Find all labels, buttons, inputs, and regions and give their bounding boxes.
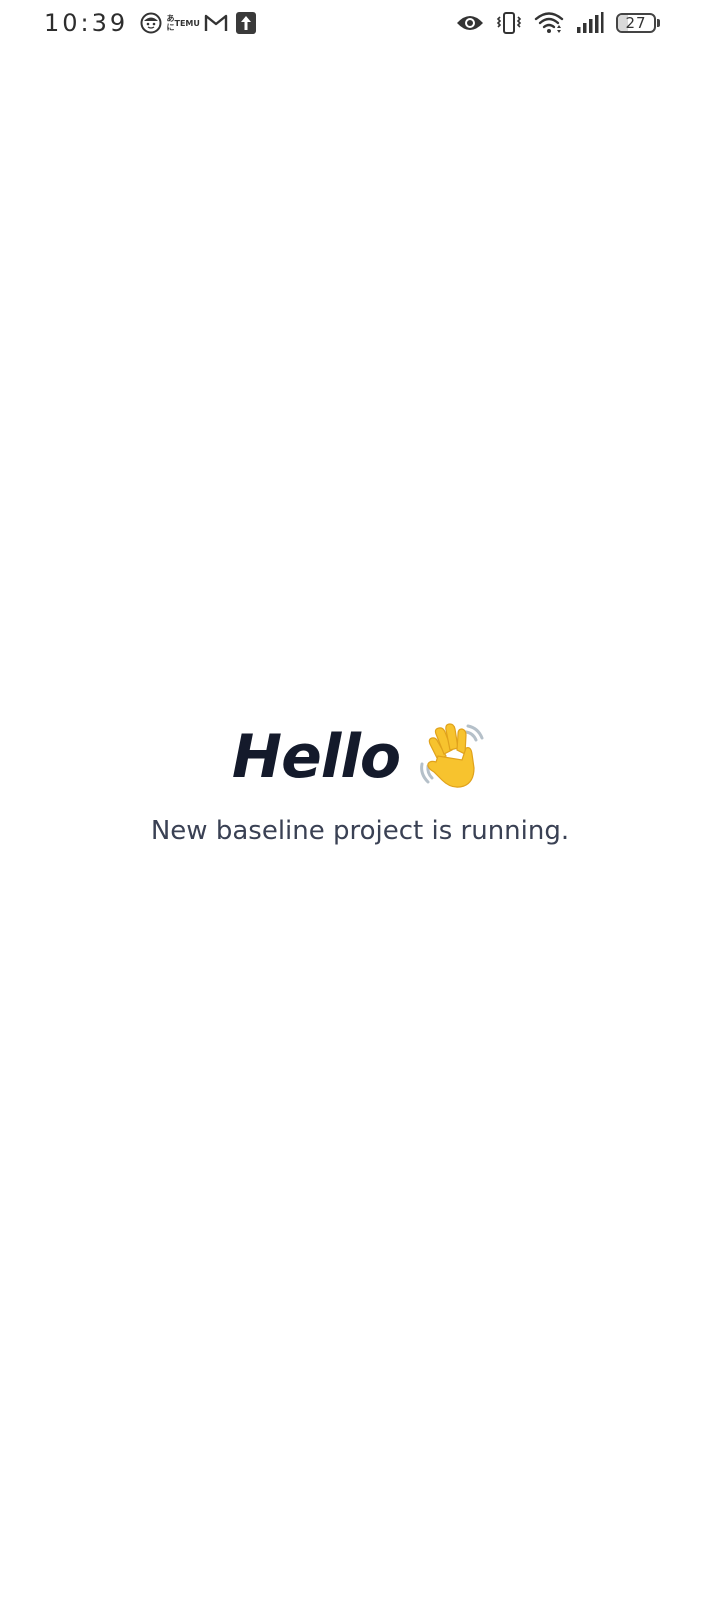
status-bar-left: 10:39 あに TEMU (44, 6, 257, 40)
status-bar: 10:39 あに TEMU 27 (0, 0, 720, 46)
signal-icon (576, 12, 604, 34)
main-content: Hello New baseline project is running. (0, 712, 720, 846)
temu-label-bottom: TEMU (174, 18, 200, 28)
subtitle: New baseline project is running. (150, 816, 570, 846)
face-icon (140, 12, 162, 34)
temu-label-top: あに (166, 14, 175, 32)
hello-row: Hello (0, 712, 720, 802)
battery-tip (657, 19, 660, 27)
gmail-icon (204, 13, 228, 33)
vibrate-icon (496, 11, 522, 35)
upload-icon (236, 12, 257, 34)
temu-icon: あに TEMU (166, 14, 200, 32)
waving-hand-icon (416, 720, 488, 794)
battery-icon: 27 (616, 11, 662, 35)
status-clock: 10:39 (44, 9, 129, 37)
battery-level: 27 (625, 14, 647, 32)
eye-icon (456, 13, 484, 33)
wifi-icon (534, 11, 564, 35)
battery-body: 27 (616, 13, 656, 33)
status-bar-right: 27 (456, 6, 662, 40)
page-title: Hello (231, 722, 401, 792)
